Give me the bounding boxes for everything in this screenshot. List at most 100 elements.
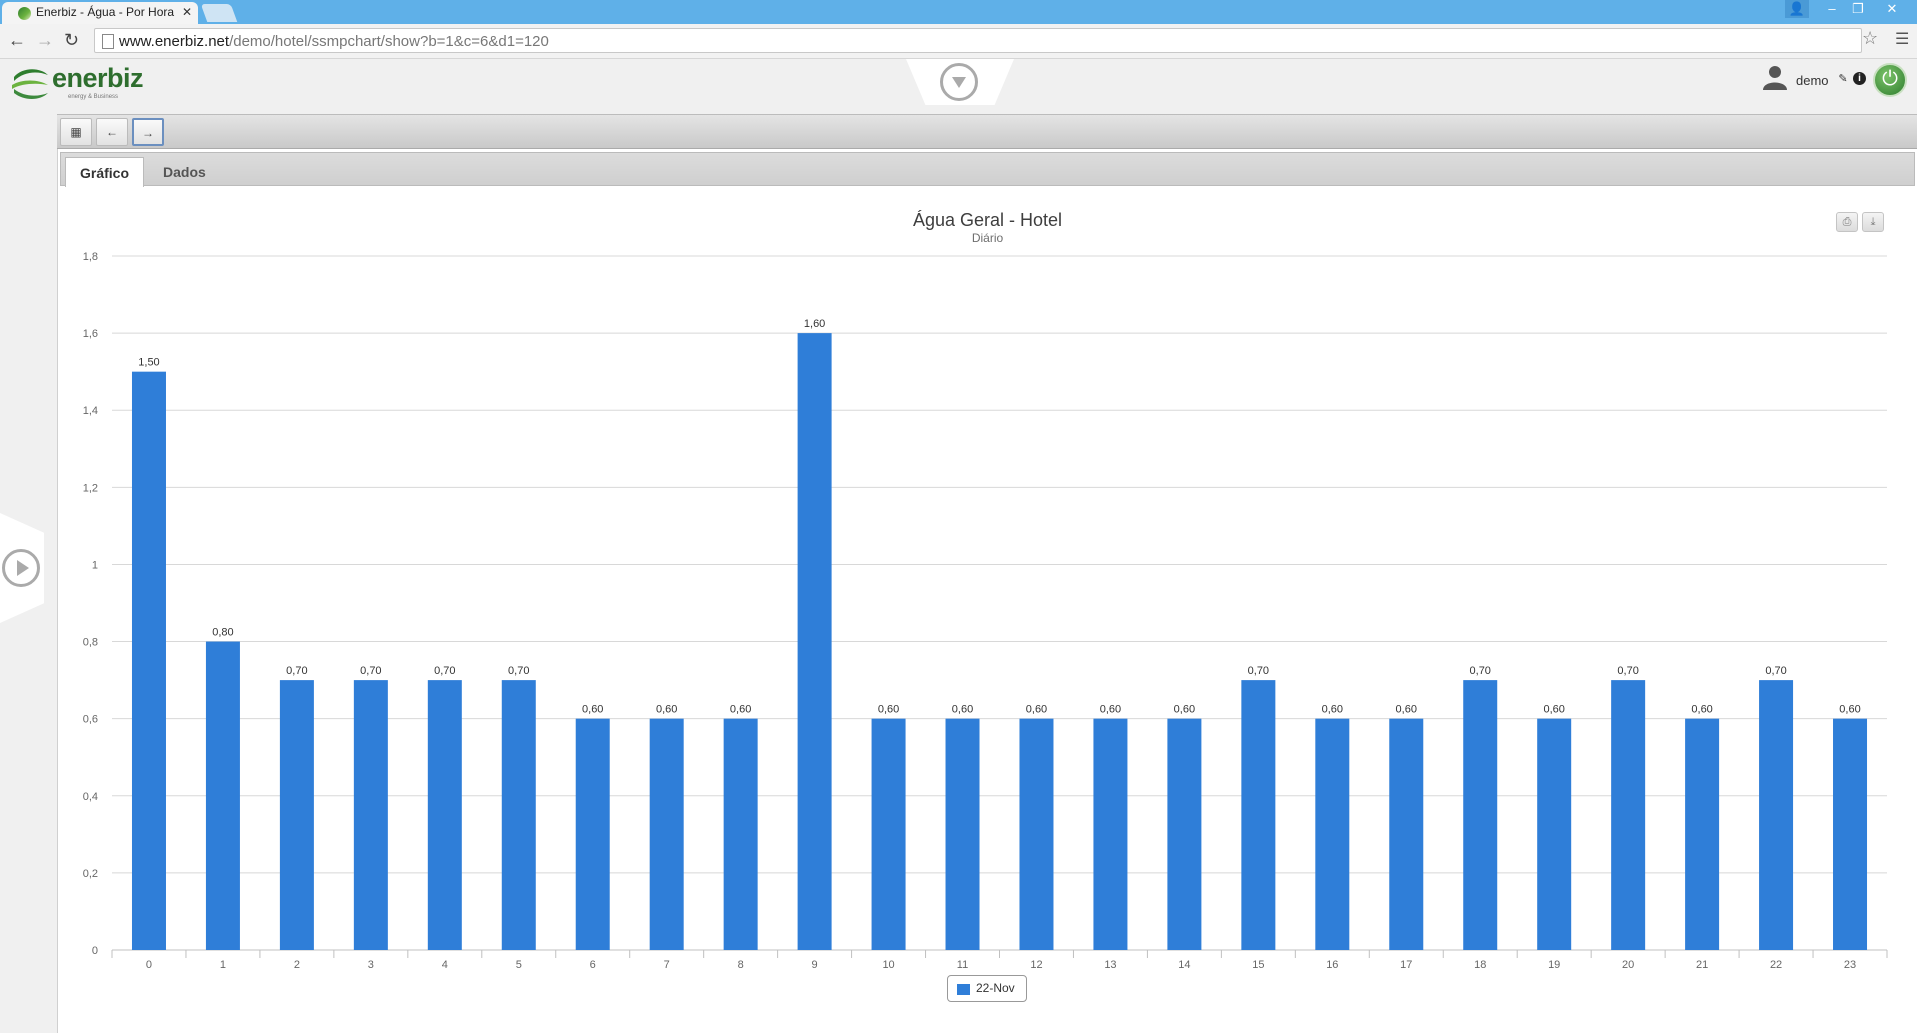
legend-label: 22-Nov <box>976 981 1015 995</box>
next-period-button[interactable]: → <box>132 118 164 146</box>
app-header: enerbiz energy & Business demo ✎ i ⏻ <box>0 59 1917 114</box>
data-label: 0,60 <box>1543 704 1564 716</box>
bar <box>131 371 166 950</box>
bar <box>945 718 980 950</box>
bar <box>353 680 388 950</box>
data-label: 0,60 <box>1100 704 1121 716</box>
enerbiz-favicon-icon <box>18 7 31 20</box>
data-label: 0,70 <box>1470 665 1491 677</box>
window-close-button[interactable]: ✕ <box>1875 0 1909 18</box>
play-icon <box>17 560 29 576</box>
browser-tab[interactable]: Enerbiz - Água - Por Hora ✕ <box>2 2 198 24</box>
chevron-down-icon <box>952 77 966 88</box>
y-tick-label: 0,6 <box>83 714 98 726</box>
data-label: 0,70 <box>1765 665 1786 677</box>
calendar-button[interactable]: ▦ <box>60 118 92 146</box>
logout-power-button[interactable]: ⏻ <box>1873 63 1907 97</box>
arrow-left-icon: ← <box>106 125 118 139</box>
info-icon[interactable]: i <box>1853 72 1866 85</box>
tab-grafico[interactable]: Gráfico <box>65 157 145 187</box>
new-tab-button[interactable] <box>200 4 238 22</box>
x-tick-label: 9 <box>812 959 818 968</box>
bar <box>279 680 314 950</box>
bar <box>1389 718 1424 950</box>
y-tick-label: 1 <box>92 559 98 571</box>
download-icon: ⤓ <box>1870 216 1876 228</box>
print-chart-button[interactable]: ⎙ <box>1836 212 1858 232</box>
y-tick-label: 1,4 <box>83 405 98 417</box>
x-tick-label: 13 <box>1104 959 1116 968</box>
bar <box>1685 718 1720 950</box>
bar <box>1759 680 1794 950</box>
back-icon[interactable]: ← <box>8 30 26 51</box>
data-label: 0,70 <box>360 665 381 677</box>
data-label: 1,60 <box>804 318 825 330</box>
user-icon <box>1763 66 1787 90</box>
bar <box>427 680 462 950</box>
data-label: 0,70 <box>434 665 455 677</box>
calendar-icon: ▦ <box>70 125 82 139</box>
bar-chart: 0 0,2 0,4 0,6 0,8 1 1,2 1,4 1,6 1,8 1,50 0 0,80 1 0,70… <box>83 251 1888 971</box>
url-host: www.enerbiz.net <box>119 33 230 50</box>
star-icon[interactable]: ☆ <box>1862 28 1878 49</box>
bar <box>1537 718 1572 950</box>
data-label: 0,60 <box>1396 704 1417 716</box>
bar <box>1093 718 1128 950</box>
x-tick-label: 14 <box>1178 959 1190 968</box>
print-icon: ⎙ <box>1842 216 1852 228</box>
x-tick-label: 22 <box>1770 959 1782 968</box>
url-path: /demo/hotel/ssmpchart/show?b=1&c=6&d1=12… <box>229 33 549 50</box>
bar <box>723 718 758 950</box>
forward-icon[interactable]: → <box>36 30 54 51</box>
tab-dados[interactable]: Dados <box>149 157 220 187</box>
tab-close-icon[interactable]: ✕ <box>182 5 192 19</box>
bar <box>1167 718 1202 950</box>
user-name[interactable]: demo <box>1796 73 1829 88</box>
x-tick-label: 16 <box>1326 959 1338 968</box>
reload-icon[interactable]: ↻ <box>64 30 79 51</box>
chart-legend[interactable]: 22-Nov <box>947 975 1027 1002</box>
x-tick-label: 7 <box>664 959 670 968</box>
bar <box>1315 718 1350 950</box>
y-tick-label: 0,8 <box>83 637 98 649</box>
x-tick-label: 6 <box>590 959 596 968</box>
data-label: 0,60 <box>952 704 973 716</box>
x-tick-label: 18 <box>1474 959 1486 968</box>
window-user-icon[interactable]: 👤 <box>1785 0 1809 18</box>
bar <box>871 718 906 950</box>
bar <box>1611 680 1646 950</box>
x-tick-label: 4 <box>442 959 448 968</box>
x-tick-label: 12 <box>1030 959 1042 968</box>
previous-period-button[interactable]: ← <box>96 118 128 146</box>
browser-toolbar: ← → ↻ www.enerbiz.net/demo/hotel/ssmpcha… <box>0 24 1917 59</box>
side-panel-toggle-button[interactable] <box>2 549 40 587</box>
address-bar[interactable]: www.enerbiz.net/demo/hotel/ssmpchart/sho… <box>94 28 1862 53</box>
legend-swatch <box>957 984 970 995</box>
page-icon <box>102 34 114 49</box>
bar <box>649 718 684 950</box>
window-minimize-button[interactable]: – <box>1819 0 1845 18</box>
chart-toolbar: ▦ ← → <box>57 114 1917 149</box>
x-tick-label: 17 <box>1400 959 1412 968</box>
data-label: 0,60 <box>878 704 899 716</box>
url-text[interactable]: www.enerbiz.net/demo/hotel/ssmpchart/sho… <box>119 33 549 50</box>
data-label: 0,60 <box>1322 704 1343 716</box>
download-chart-button[interactable]: ⤓ <box>1862 212 1884 232</box>
key-icon[interactable]: ✎ <box>1836 72 1850 86</box>
y-tick-label: 1,2 <box>83 482 98 494</box>
data-label: 0,70 <box>286 665 307 677</box>
expand-panel-button[interactable] <box>940 63 978 101</box>
data-label: 0,60 <box>1691 704 1712 716</box>
data-label: 0,80 <box>212 627 233 639</box>
logo-text: enerbiz <box>52 63 144 93</box>
window-maximize-button[interactable]: ❐ <box>1845 0 1871 18</box>
bar <box>1019 718 1054 950</box>
x-tick-label: 2 <box>294 959 300 968</box>
x-tick-label: 8 <box>738 959 744 968</box>
bar <box>1241 680 1276 950</box>
menu-icon[interactable]: ☰ <box>1895 29 1909 49</box>
x-tick-label: 15 <box>1252 959 1264 968</box>
enerbiz-logo-icon <box>12 69 48 99</box>
x-tick-label: 3 <box>368 959 374 968</box>
y-tick-label: 0 <box>92 945 98 957</box>
